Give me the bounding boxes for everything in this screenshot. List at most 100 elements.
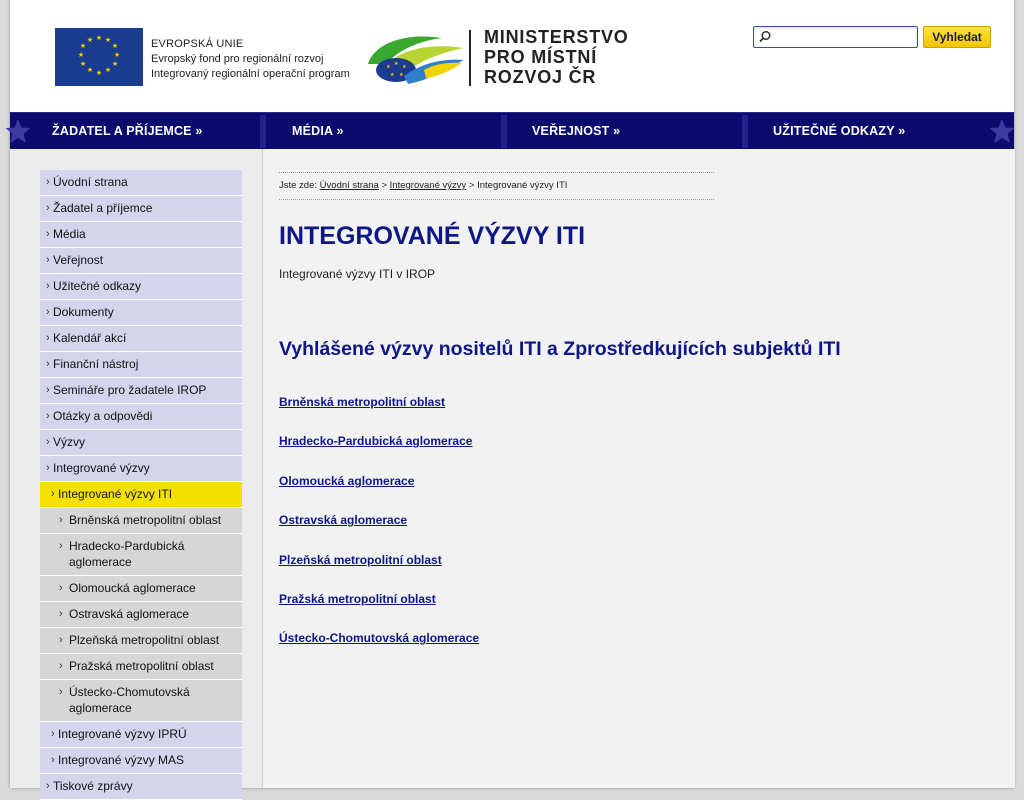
sidebar-item[interactable]: › Užitečné odkazy <box>40 274 242 300</box>
search-input[interactable] <box>774 28 916 46</box>
sidebar-item[interactable]: › Veřejnost <box>40 248 242 274</box>
svg-text:★: ★ <box>78 51 84 59</box>
page: ★ ★ ★ ★ ★ ★ ★ ★ ★ ★ ★ ★ EVROPSKÁ UNIE Evropský f… <box>5 0 1016 800</box>
nav-separator <box>501 115 507 148</box>
svg-text:★: ★ <box>386 64 391 70</box>
nav-separator <box>260 115 266 148</box>
svg-text:★: ★ <box>96 69 102 77</box>
chevron-right-icon: › <box>59 686 63 698</box>
sidebar-item-label: Hradecko-Pardubická aglomerace <box>69 539 185 569</box>
ministry-name: MINISTERSTVO PRO MÍSTNÍ ROZVOJ ČR <box>484 27 629 87</box>
region-link-brno[interactable]: Brněnská metropolitní oblast <box>279 395 479 434</box>
svg-text:★: ★ <box>87 66 93 74</box>
chevron-right-icon: › <box>59 582 63 594</box>
sidebar-item-label: Plzeňská metropolitní oblast <box>69 633 220 647</box>
nav-item-media[interactable]: MÉDIA » <box>292 113 344 150</box>
region-link-olomouc[interactable]: Olomoucká aglomerace <box>279 474 479 513</box>
sidebar-item[interactable]: › Hradecko-Pardubická aglomerace <box>40 534 242 576</box>
sidebar-item[interactable]: › Brněnská metropolitní oblast <box>40 508 242 534</box>
sidebar-item[interactable]: › Výzvy <box>40 430 242 456</box>
region-link-usti-chomutov[interactable]: Ústecko-Chomutovská aglomerace <box>279 631 479 670</box>
chevron-right-icon: › <box>59 634 63 646</box>
svg-text:★: ★ <box>80 60 86 68</box>
sidebar-item-label: Semináře pro žadatele IROP <box>53 383 207 397</box>
sidebar-item[interactable]: › Otázky a odpovědi <box>40 404 242 430</box>
page-title: INTEGROVANÉ VÝZVY ITI <box>279 222 586 250</box>
chevron-right-icon: › <box>46 202 50 214</box>
nav-separator <box>742 115 748 148</box>
sidebar-item-label: Výzvy <box>53 435 86 449</box>
svg-text:★: ★ <box>112 42 118 50</box>
search-button[interactable]: Vyhledat <box>923 26 991 48</box>
sidebar-item[interactable]: › Plzeňská metropolitní oblast <box>40 628 242 654</box>
ministry-line-3: ROZVOJ ČR <box>484 67 597 87</box>
chevron-right-icon: › <box>46 410 50 422</box>
sidebar-item[interactable]: › Média <box>40 222 242 248</box>
section-heading: Vyhlášené výzvy nositelů ITI a Zprostřed… <box>279 338 841 360</box>
region-link-plzen[interactable]: Plzeňská metropolitní oblast <box>279 553 479 592</box>
chevron-right-icon: › <box>59 660 63 672</box>
region-links: Brněnská metropolitní oblast Hradecko-Pa… <box>279 395 479 671</box>
svg-text:★: ★ <box>390 72 395 78</box>
sidebar-item[interactable]: › Pražská metropolitní oblast <box>40 654 242 680</box>
eu-program-text: EVROPSKÁ UNIE Evropský fond pro regionál… <box>151 37 350 82</box>
sidebar-item[interactable]: › Tiskové zprávy <box>40 774 242 800</box>
region-link-ostrava[interactable]: Ostravská aglomerace <box>279 513 479 552</box>
chevron-right-icon: › <box>46 254 50 266</box>
eu-line-1: EVROPSKÁ UNIE <box>151 38 244 50</box>
region-link-praha[interactable]: Pražská metropolitní oblast <box>279 592 479 631</box>
star-icon <box>988 117 1016 145</box>
page-subtitle: Integrované výzvy ITI v IROP <box>279 267 436 281</box>
sidebar-item[interactable]: › Dokumenty <box>40 300 242 326</box>
chevron-right-icon: › <box>46 358 50 370</box>
search-box[interactable] <box>753 26 918 48</box>
eu-flag-logo: ★ ★ ★ ★ ★ ★ ★ ★ ★ ★ ★ ★ <box>55 28 143 86</box>
sidebar-item-label: Dokumenty <box>53 305 114 319</box>
sidebar-item-label: Pražská metropolitní oblast <box>69 659 214 673</box>
sidebar-item[interactable]: › Žadatel a příjemce <box>40 196 242 222</box>
chevron-right-icon: › <box>46 332 50 344</box>
sidebar-item-label: Tiskové zprávy <box>53 779 133 793</box>
sidebar-item-label: Ústecko-Chomutovská aglomerace <box>69 685 190 715</box>
chevron-right-icon: › <box>46 228 50 240</box>
region-link-hradec-pardubice[interactable]: Hradecko-Pardubická aglomerace <box>279 434 479 473</box>
ministry-logo[interactable]: ★ ★ ★ ★ ★ <box>364 30 468 88</box>
sidebar-item-label: Média <box>53 227 86 241</box>
breadcrumb-separator: > <box>468 180 475 191</box>
sidebar-menu: › Úvodní strana › Žadatel a příjemce › Média ›… <box>40 170 242 800</box>
sidebar-item-active[interactable]: › Integrované výzvy ITI <box>40 482 242 508</box>
sidebar-item-label: Úvodní strana <box>53 175 128 189</box>
chevron-right-icon: › <box>46 462 50 474</box>
sidebar-item-label: Olomoucká aglomerace <box>69 581 196 595</box>
chevron-right-icon: › <box>59 540 63 552</box>
svg-text:★: ★ <box>105 66 111 74</box>
sidebar-item-label: Integrované výzvy MAS <box>58 753 185 767</box>
svg-text:★: ★ <box>402 64 407 70</box>
nav-item-zadatel[interactable]: ŽADATEL A PŘÍJEMCE » <box>52 113 203 150</box>
chevron-right-icon: › <box>46 384 50 396</box>
breadcrumb-parent-link[interactable]: Integrované výzvy <box>390 180 467 191</box>
svg-text:★: ★ <box>105 36 111 44</box>
breadcrumb-prefix: Jste zde: <box>279 180 318 191</box>
nav-item-odkazy[interactable]: UŽITEČNÉ ODKAZY » <box>773 113 905 150</box>
chevron-right-icon: › <box>46 280 50 292</box>
svg-text:★: ★ <box>112 60 118 68</box>
sidebar-item-label: Finanční nástroj <box>53 357 139 371</box>
sidebar-item[interactable]: › Ústecko-Chomutovská aglomerace <box>40 680 242 722</box>
sidebar-item-label: Veřejnost <box>53 253 104 267</box>
sidebar-item[interactable]: › Finanční nástroj <box>40 352 242 378</box>
svg-text:★: ★ <box>80 42 86 50</box>
sidebar-item[interactable]: › Semináře pro žadatele IROP <box>40 378 242 404</box>
breadcrumb-current: Integrované výzvy ITI <box>477 180 568 191</box>
sidebar-item[interactable]: › Integrované výzvy <box>40 456 242 482</box>
chevron-right-icon: › <box>46 436 50 448</box>
sidebar-item[interactable]: › Kalendář akcí <box>40 326 242 352</box>
chevron-right-icon: › <box>51 488 55 500</box>
nav-item-verejnost[interactable]: VEŘEJNOST » <box>532 113 620 150</box>
sidebar-item[interactable]: › Úvodní strana <box>40 170 242 196</box>
breadcrumb-home-link[interactable]: Úvodní strana <box>320 180 379 191</box>
sidebar-item[interactable]: › Integrované výzvy MAS <box>40 748 242 774</box>
sidebar-item[interactable]: › Ostravská aglomerace <box>40 602 242 628</box>
sidebar-item[interactable]: › Olomoucká aglomerace <box>40 576 242 602</box>
sidebar-item[interactable]: › Integrované výzvy IPRÚ <box>40 722 242 748</box>
